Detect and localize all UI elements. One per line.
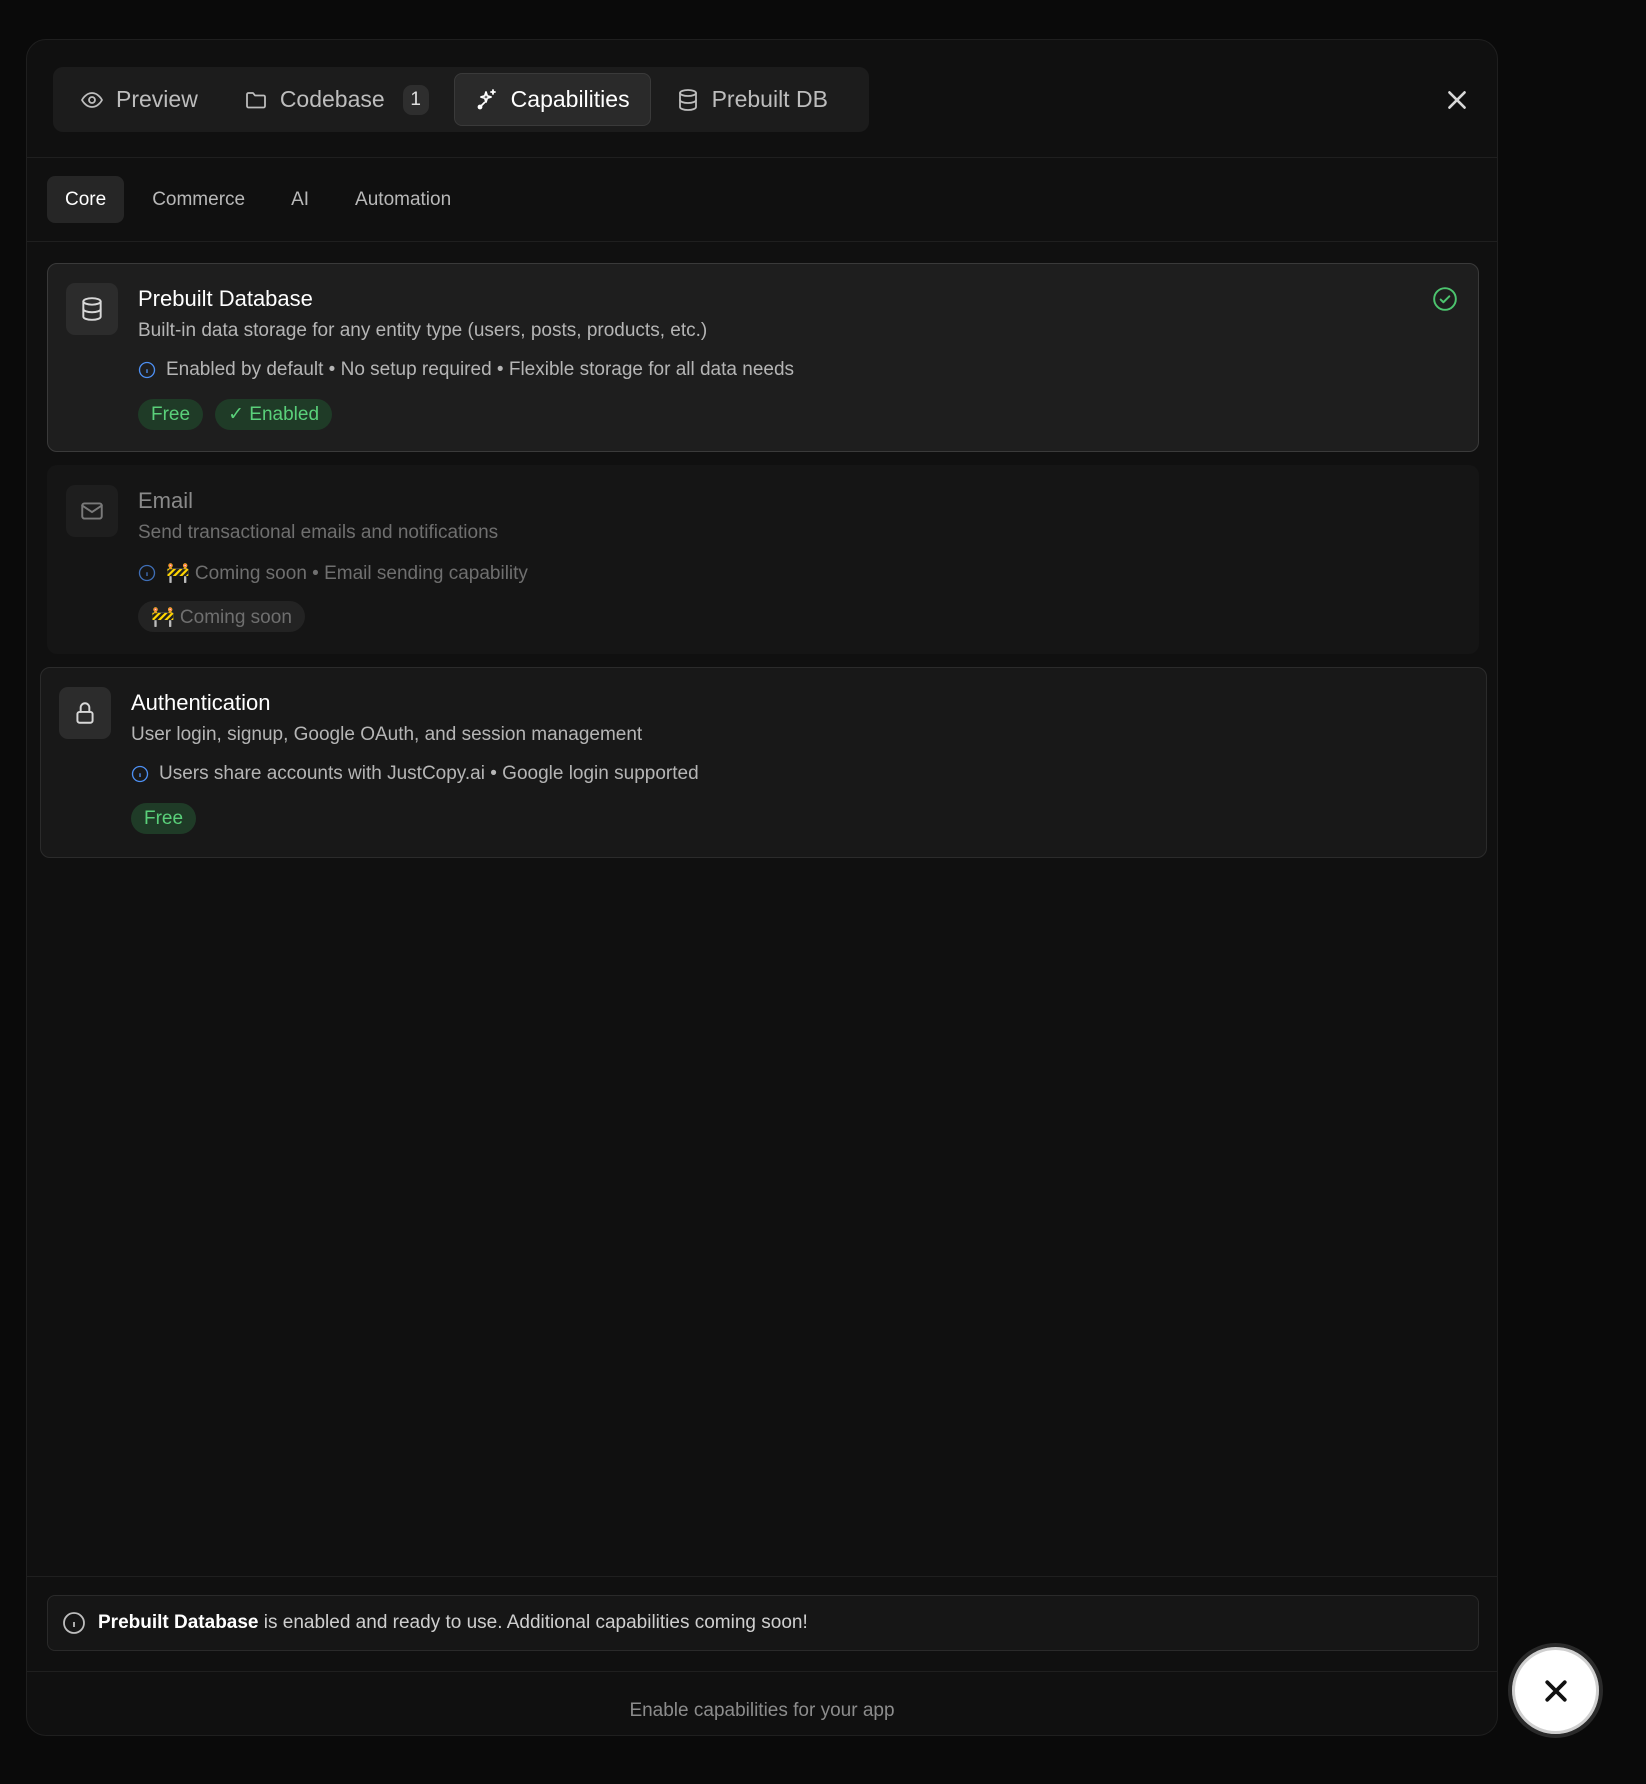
divider — [27, 1671, 1497, 1672]
card-note: Enabled by default • No setup required •… — [138, 359, 794, 381]
category-tabs: Core Commerce AI Automation — [47, 176, 469, 223]
card-title: Email — [138, 488, 194, 513]
check-circle-icon — [1432, 286, 1458, 312]
close-icon — [1544, 1679, 1567, 1702]
card-title: Prebuilt Database — [138, 286, 313, 311]
card-note-text: Enabled by default • No setup required •… — [166, 359, 795, 380]
divider — [27, 1576, 1497, 1577]
price-badge: Free — [138, 399, 204, 430]
info-banner-bold: Prebuilt Database — [98, 1612, 259, 1633]
coming-soon-badge: 🚧 Coming soon — [138, 601, 305, 632]
card-badges: 🚧 Coming soon — [138, 601, 305, 632]
tab-core[interactable]: Core — [47, 176, 125, 223]
card-note: Users share accounts with JustCopy.ai • … — [131, 763, 699, 785]
close-panel-button[interactable] — [1439, 82, 1475, 118]
capability-card-prebuilt-database[interactable]: Prebuilt Database Built-in data storage … — [47, 263, 1479, 452]
tab-codebase[interactable]: Codebase 1 — [223, 73, 450, 126]
card-note: 🚧 Coming soon • Email sending capability — [138, 561, 528, 585]
tab-label: Prebuilt DB — [711, 86, 828, 112]
sparkles-icon — [477, 88, 496, 109]
tab-ai[interactable]: AI — [273, 176, 327, 223]
tab-label: Capabilities — [510, 86, 630, 112]
top-tab-group: Preview Codebase 1 Capabilities Prebuilt… — [53, 67, 869, 132]
folder-icon — [245, 91, 266, 108]
footer-caption: Enable capabilities for your app — [629, 1700, 895, 1721]
tab-automation[interactable]: Automation — [337, 176, 469, 223]
database-icon — [678, 88, 697, 111]
card-description: User login, signup, Google OAuth, and se… — [131, 724, 643, 745]
tab-label: Preview — [116, 86, 198, 112]
close-icon — [1448, 91, 1466, 109]
eye-icon — [81, 91, 103, 108]
info-icon — [131, 765, 149, 783]
card-description: Send transactional emails and notificati… — [138, 522, 499, 543]
database-icon — [66, 283, 118, 335]
close-fab-button[interactable] — [1508, 1643, 1603, 1738]
info-banner-text: Prebuilt Database is enabled and ready t… — [98, 1612, 808, 1634]
capability-card-email: Email Send transactional emails and noti… — [47, 465, 1479, 654]
info-banner: Prebuilt Database is enabled and ready t… — [47, 1595, 1479, 1651]
card-description: Built-in data storage for any entity typ… — [138, 320, 708, 341]
capability-card-authentication[interactable]: Authentication User login, signup, Googl… — [40, 667, 1487, 858]
info-icon — [138, 564, 156, 582]
info-icon — [138, 361, 156, 379]
lock-icon — [59, 687, 111, 739]
card-badges: Free — [131, 803, 197, 834]
codebase-count-badge: 1 — [402, 84, 429, 115]
info-icon — [63, 1612, 85, 1634]
card-note-text: Users share accounts with JustCopy.ai • … — [159, 763, 699, 784]
card-note-text: 🚧 Coming soon • Email sending capability — [166, 563, 528, 584]
tab-commerce[interactable]: Commerce — [134, 176, 263, 223]
card-title: Authentication — [131, 690, 271, 715]
tab-capabilities[interactable]: Capabilities — [453, 73, 651, 126]
status-badge: ✓ Enabled — [215, 399, 333, 430]
info-banner-rest: is enabled and ready to use. Additional … — [258, 1612, 808, 1633]
tab-prebuilt-db[interactable]: Prebuilt DB — [655, 73, 849, 126]
top-bar: Preview Codebase 1 Capabilities Prebuilt… — [27, 40, 1497, 158]
tab-label: Codebase — [279, 86, 385, 112]
price-badge: Free — [131, 803, 197, 834]
mail-icon — [66, 485, 118, 537]
card-badges: Free ✓ Enabled — [138, 399, 333, 430]
tab-preview[interactable]: Preview — [59, 73, 219, 126]
capabilities-panel: Preview Codebase 1 Capabilities Prebuilt… — [26, 39, 1498, 1736]
